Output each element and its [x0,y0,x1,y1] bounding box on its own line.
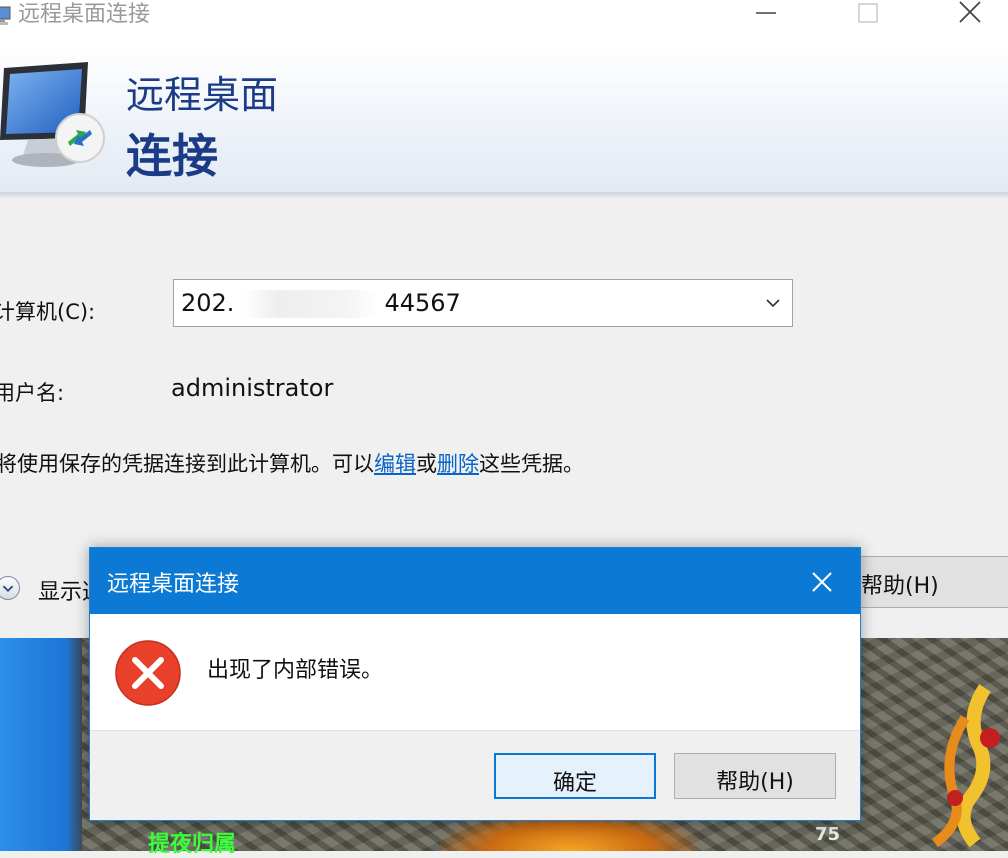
credentials-notice: 将使用保存的凭据连接到此计算机。可以编辑或删除这些凭据。 [0,452,584,476]
username-label: 用户名: [0,381,65,405]
remote-desktop-monitor-icon [0,62,105,167]
error-message: 出现了内部错误。 [207,658,384,683]
dialog-titlebar: 远程桌面连接 [90,548,860,614]
delete-credentials-link[interactable]: 删除 [437,452,479,476]
window-title: 远程桌面连接 [18,2,151,27]
game-map-label: 提夜归属 [148,832,237,857]
help-button-label: 帮助(H) [861,574,939,599]
game-water-edge [0,638,82,851]
computer-label: 计算机(C): [0,300,96,324]
remote-desktop-app-icon [0,6,11,25]
close-icon[interactable] [942,0,998,30]
dialog-help-button-label: 帮助(H) [716,770,794,795]
game-character-sprite [931,684,1000,848]
username-value: administrator [171,374,334,402]
banner-title-line1: 远程桌面 [126,73,279,117]
edit-credentials-link[interactable]: 编辑 [374,452,416,476]
game-level-number: 75 [815,824,841,845]
chevron-down-icon[interactable] [764,294,782,312]
ok-button[interactable]: 确定 [494,753,656,799]
window-titlebar: 远程桌面连接 [0,0,1008,46]
redacted-address-blur [244,290,379,318]
ok-button-label: 确定 [552,771,597,796]
dialog-close-icon[interactable] [802,562,842,602]
dialog-footer: 确定 帮助(H) [90,730,860,820]
dialog-help-button[interactable]: 帮助(H) [674,753,836,799]
error-icon [115,640,181,706]
error-dialog: 远程桌面连接 出现了内部错误。 确定 帮助(H) [89,547,861,821]
banner-divider [0,192,1008,198]
computer-combobox[interactable]: 202. 44567 [173,279,793,327]
dialog-title: 远程桌面连接 [107,572,240,597]
maximize-icon[interactable] [840,0,896,30]
banner-title-line2: 连接 [126,129,218,183]
help-button[interactable]: 帮助(H) [840,556,1008,608]
dialog-body: 出现了内部错误。 [90,614,860,730]
minimize-icon[interactable] [738,0,794,30]
expand-chevron-icon[interactable] [0,576,20,600]
